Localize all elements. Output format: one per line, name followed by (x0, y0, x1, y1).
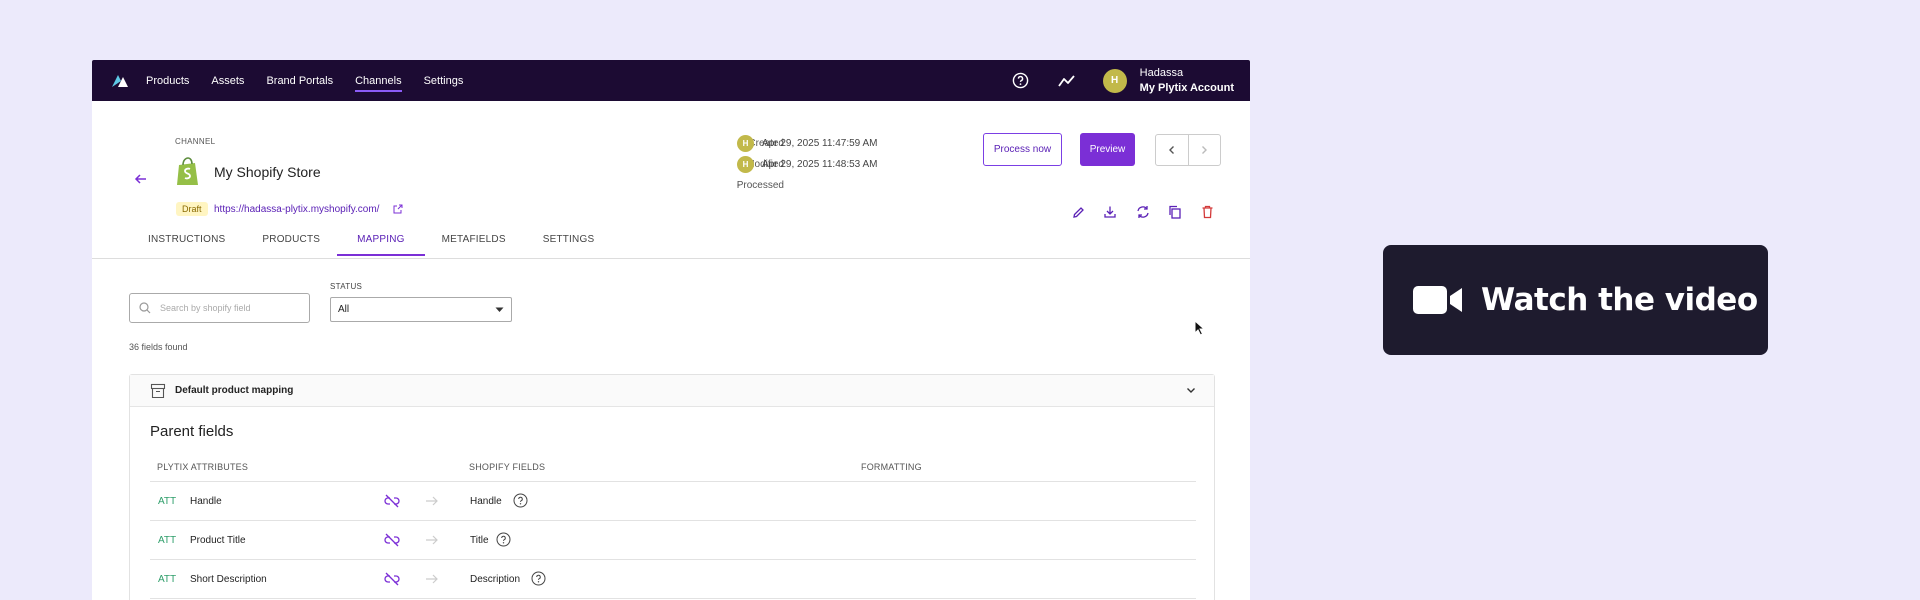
chevron-right-icon (1202, 146, 1208, 154)
arrow-right-icon (425, 572, 439, 586)
column-shopify-fields: SHOPIFY FIELDS (469, 462, 546, 472)
mapping-card: Default product mapping Parent fields PL… (129, 374, 1215, 600)
attribute-type-badge: ATT (158, 574, 177, 585)
section-label: CHANNEL (175, 137, 216, 146)
app-window: Products Assets Brand Portals Channels S… (92, 60, 1250, 600)
help-circle-icon[interactable] (513, 493, 528, 508)
watch-video-button[interactable]: Watch the video (1383, 245, 1768, 355)
channel-tabs: INSTRUCTIONS PRODUCTS MAPPING METAFIELDS… (148, 234, 631, 256)
download-icon[interactable] (1102, 204, 1118, 220)
modified-avatar: H (737, 156, 754, 173)
process-now-button[interactable]: Process now (983, 133, 1062, 166)
watch-video-label: Watch the video (1481, 282, 1758, 318)
tabs-divider (92, 258, 1250, 259)
archive-icon (150, 383, 166, 398)
search-field[interactable] (129, 293, 310, 323)
sync-icon[interactable] (1135, 204, 1151, 220)
back-arrow-icon[interactable] (134, 172, 148, 186)
created-avatar: H (737, 135, 754, 152)
tab-instructions[interactable]: INSTRUCTIONS (148, 234, 225, 255)
store-url-link[interactable]: https://hadassa-plytix.myshopify.com/ (214, 204, 379, 215)
shopify-logo-icon (175, 157, 201, 187)
attribute-type-badge: ATT (158, 535, 177, 546)
arrow-right-icon (425, 533, 439, 547)
table-row: ATT Handle Handle (150, 482, 1196, 521)
tab-settings[interactable]: SETTINGS (543, 234, 595, 255)
shopify-field-name: Title (470, 535, 489, 546)
chevron-left-icon (1168, 146, 1174, 154)
mapping-section-header[interactable]: Default product mapping (130, 375, 1214, 407)
next-button[interactable] (1189, 135, 1221, 165)
column-plytix-attributes: PLYTIX ATTRIBUTES (157, 462, 249, 472)
unlink-icon[interactable] (384, 532, 400, 548)
unlink-icon[interactable] (384, 571, 400, 587)
edit-icon[interactable] (1070, 204, 1086, 220)
status-badge: Draft (176, 202, 208, 216)
parent-fields-title: Parent fields (150, 423, 234, 440)
table-row: ATT Short Description Description (150, 560, 1196, 599)
processed-label: Processed (736, 180, 784, 191)
unlink-icon[interactable] (384, 493, 400, 509)
shopify-field-name: Description (470, 574, 521, 585)
caret-down-icon (495, 307, 504, 312)
mapping-table-header: PLYTIX ATTRIBUTES SHOPIFY FIELDS FORMATT… (150, 448, 1196, 482)
attribute-name: Handle (190, 496, 222, 507)
channel-header: CHANNEL My Shopify Store Draft https://h… (92, 60, 1250, 319)
table-row: ATT Product Title Title (150, 521, 1196, 560)
duplicate-icon[interactable] (1167, 204, 1183, 220)
help-circle-icon[interactable] (496, 532, 511, 547)
video-camera-icon (1413, 286, 1462, 314)
results-count: 36 fields found (129, 342, 188, 352)
help-circle-icon[interactable] (531, 571, 546, 586)
attribute-name: Product Title (190, 535, 246, 546)
attribute-name: Short Description (190, 574, 267, 585)
delete-icon[interactable] (1199, 204, 1215, 220)
store-name: My Shopify Store (214, 164, 321, 180)
external-link-icon[interactable] (393, 201, 403, 214)
tab-products[interactable]: PRODUCTS (262, 234, 320, 255)
record-pager (1155, 134, 1221, 166)
status-select[interactable]: All (330, 297, 512, 322)
status-filter-label: STATUS (330, 282, 363, 291)
previous-button[interactable] (1156, 135, 1189, 165)
tab-mapping[interactable]: MAPPING (337, 234, 424, 256)
status-select-value: All (338, 304, 350, 315)
mapping-section-title: Default product mapping (175, 385, 294, 396)
search-icon (139, 302, 151, 314)
preview-button[interactable]: Preview (1080, 133, 1135, 166)
tab-metafields[interactable]: METAFIELDS (442, 234, 506, 255)
processed-value: - (737, 180, 741, 191)
attribute-type-badge: ATT (158, 496, 177, 507)
mouse-cursor-icon (1194, 319, 1206, 336)
column-formatting: FORMATTING (861, 462, 922, 472)
shopify-field-name: Handle (470, 496, 502, 507)
modified-value: Apr 29, 2025 11:48:53 AM (762, 159, 878, 170)
created-value: Apr 29, 2025 11:47:59 AM (762, 138, 878, 149)
chevron-down-icon[interactable] (1186, 385, 1196, 395)
search-input[interactable] (160, 303, 300, 313)
arrow-right-icon (425, 494, 439, 508)
